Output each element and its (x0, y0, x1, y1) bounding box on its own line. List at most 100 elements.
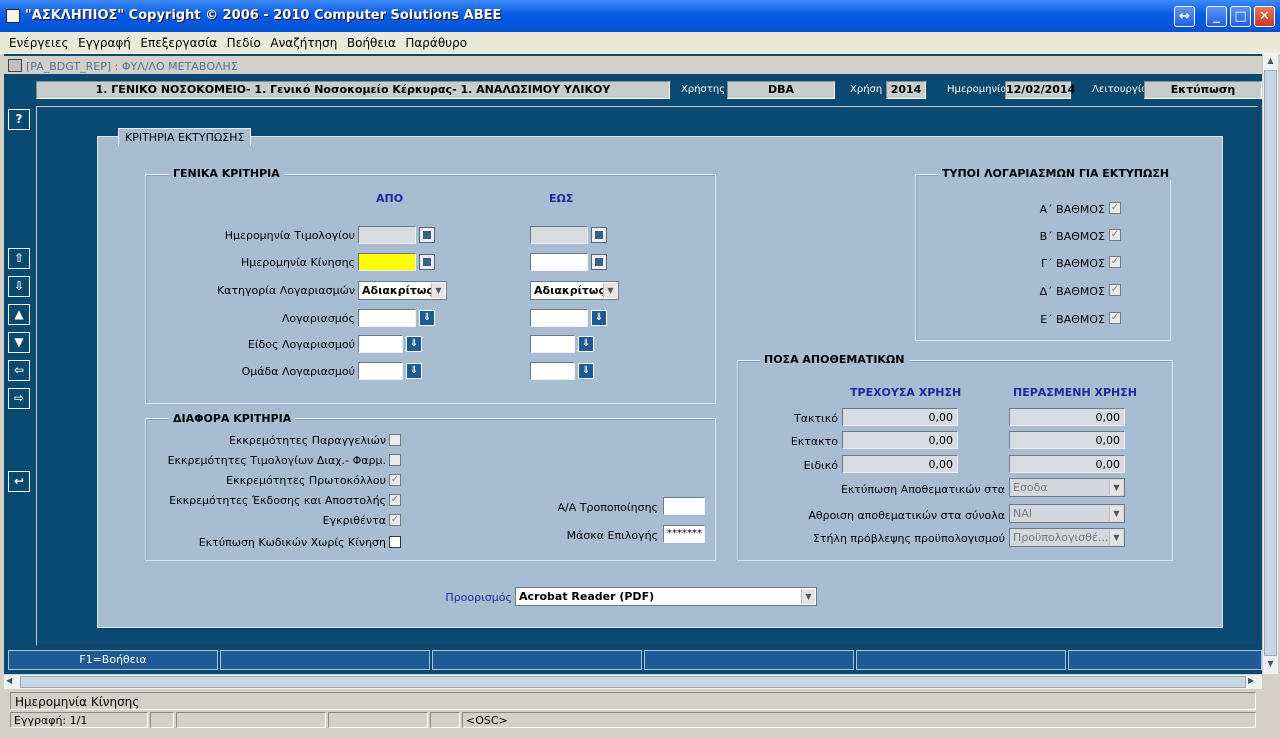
first-record-icon[interactable]: ⇧ (8, 248, 30, 269)
revision-label: Α/Α Τροποποίησης (557, 501, 658, 514)
no-movement-checkbox[interactable] (389, 536, 401, 548)
form-name: ΦΥΛ/ΛΟ ΜΕΤΑΒΟΛΗΣ (121, 60, 238, 73)
move-date-from[interactable] (358, 253, 416, 271)
acc-group-label: Ομάδα Λογαριασμού (241, 365, 355, 378)
window-title: "ΑΣΚΛΗΠΙΟΣ" Copyright © 2006 - 2010 Comp… (25, 8, 502, 23)
func-field: Εκτύπωση (1144, 81, 1262, 99)
status-cell (150, 712, 174, 728)
next-field-icon[interactable]: ⇨ (8, 388, 30, 409)
fkey-slot[interactable] (856, 650, 1066, 670)
scroll-thumb[interactable] (1264, 70, 1277, 656)
last-record-icon[interactable]: ⇩ (8, 276, 30, 297)
level-b-checkbox[interactable]: ✓ (1109, 229, 1121, 241)
form-icon (8, 59, 22, 72)
tab-criteria[interactable]: ΚΡΙΤΗΡΙΑ ΕΚΤΥΠΩΣΗΣ (118, 128, 252, 146)
vertical-scrollbar[interactable]: ▲ ▼ (1262, 54, 1278, 674)
resize-icon[interactable]: ↔ (1174, 6, 1195, 27)
help-icon[interactable]: ? (8, 109, 30, 130)
lov-icon[interactable]: ⇓ (406, 363, 422, 379)
destination-select[interactable]: Acrobat Reader (PDF) ▼ (515, 587, 817, 606)
acc-category-from-select[interactable]: Αδιακρίτως ▼ (358, 281, 447, 300)
fkey-slot[interactable] (220, 650, 430, 670)
lov-icon[interactable]: ⇓ (406, 336, 422, 352)
maximize-button[interactable]: □ (1230, 6, 1251, 27)
acc-category-to-select[interactable]: Αδιακρίτως ▼ (530, 281, 619, 300)
sum-reserves-select[interactable]: ΝΑΙ ▼ (1009, 504, 1125, 523)
misc-label: Εκκρεμότητες Παραγγελιών (229, 434, 386, 447)
reserve-current[interactable]: 0,00 (842, 455, 958, 473)
menu-record[interactable]: Εγγραφή (75, 32, 134, 54)
invoice-date-from[interactable] (358, 226, 416, 244)
menu-help[interactable]: Βοήθεια (344, 32, 399, 54)
level-label: Ε΄ ΒΑΘΜΟΣ (1040, 313, 1105, 326)
scroll-down-icon[interactable]: ▼ (1264, 659, 1277, 672)
move-date-label: Ημερομηνία Κίνησης (241, 256, 355, 269)
level-d-checkbox[interactable]: ✓ (1109, 284, 1121, 296)
level-label: Δ΄ ΒΑΘΜΟΣ (1039, 285, 1105, 298)
pending-issue-checkbox[interactable]: ✓ (389, 494, 401, 506)
acc-group-from[interactable] (358, 362, 403, 380)
fkey-slot[interactable] (1068, 650, 1262, 670)
lov-icon[interactable]: ⇓ (578, 363, 594, 379)
approved-checkbox[interactable]: ✓ (389, 514, 401, 526)
level-c-checkbox[interactable]: ✓ (1109, 256, 1121, 268)
scroll-up-icon[interactable]: ▲ (1264, 56, 1277, 69)
reserve-label: Ειδικό (803, 459, 838, 472)
reserve-previous[interactable]: 0,00 (1009, 455, 1125, 473)
level-a-checkbox[interactable]: ✓ (1109, 202, 1121, 214)
chevron-down-icon: ▼ (1109, 480, 1123, 495)
exit-icon[interactable]: ↩ (8, 471, 30, 492)
print-reserves-label: Εκτύπωση Αποθεματικών στα (840, 483, 1005, 496)
pending-invoices-checkbox[interactable] (389, 454, 401, 466)
form-id-row: [PA_BDGT_REP] : ΦΥΛ/ΛΟ ΜΕΤΑΒΟΛΗΣ (4, 56, 1262, 74)
menu-search[interactable]: Αναζήτηση (267, 32, 340, 54)
pending-protocol-checkbox[interactable]: ✓ (389, 474, 401, 486)
calendar-icon[interactable] (591, 254, 607, 270)
menu-actions[interactable]: Ενέργειες (6, 32, 72, 54)
account-from[interactable] (358, 309, 416, 327)
minimize-button[interactable]: _ (1206, 6, 1227, 27)
lov-icon[interactable]: ⇓ (578, 336, 594, 352)
acc-type-from[interactable] (358, 335, 403, 353)
fkey-help[interactable]: F1=Βοήθεια (8, 650, 218, 670)
next-block-icon[interactable]: ▼ (8, 332, 30, 353)
calendar-icon[interactable] (419, 227, 435, 243)
budget-column-select[interactable]: Προϋπολογισθέ... ▼ (1009, 528, 1125, 547)
status-cell (328, 712, 428, 728)
reserve-previous[interactable]: 0,00 (1009, 431, 1125, 449)
calendar-icon[interactable] (419, 254, 435, 270)
reserve-current[interactable]: 0,00 (842, 431, 958, 449)
prev-block-icon[interactable]: ▲ (8, 304, 30, 325)
account-to[interactable] (530, 309, 588, 327)
record-indicator: Εγγραφή: 1/1 (10, 712, 148, 728)
lov-icon[interactable]: ⇓ (591, 310, 607, 326)
status-message: Ημερομηνία Κίνησης (10, 692, 1256, 710)
menu-edit[interactable]: Επεξεργασία (137, 32, 220, 54)
acc-type-to[interactable] (530, 335, 575, 353)
revision-input[interactable] (663, 497, 705, 515)
reserve-current[interactable]: 0,00 (842, 408, 958, 426)
prev-field-icon[interactable]: ⇦ (8, 360, 30, 381)
scroll-right-icon[interactable]: ▶ (1248, 676, 1260, 688)
horizontal-scrollbar[interactable]: ◀ ▶ (4, 675, 1262, 689)
scroll-left-icon[interactable]: ◀ (6, 676, 18, 688)
status-bar: Ημερομηνία Κίνησης Εγγραφή: 1/1 <OSC> (4, 690, 1278, 736)
pending-orders-checkbox[interactable] (389, 434, 401, 446)
move-date-to[interactable] (530, 253, 588, 271)
acc-group-to[interactable] (530, 362, 575, 380)
menu-window[interactable]: Παράθυρο (402, 32, 470, 54)
fkey-slot[interactable] (644, 650, 854, 670)
fkey-slot[interactable] (432, 650, 642, 670)
level-label: Γ΄ ΒΑΘΜΟΣ (1041, 257, 1105, 270)
print-reserves-select[interactable]: Εσοδα ▼ (1009, 478, 1125, 497)
hscroll-thumb[interactable] (20, 676, 1246, 688)
misc-label: Εγκριθέντα (322, 514, 386, 527)
invoice-date-to[interactable] (530, 226, 588, 244)
menu-field[interactable]: Πεδίο (224, 32, 264, 54)
reserve-previous[interactable]: 0,00 (1009, 408, 1125, 426)
mask-input[interactable]: ******* (663, 525, 705, 543)
close-button[interactable]: ✕ (1254, 6, 1275, 27)
level-e-checkbox[interactable]: ✓ (1109, 312, 1121, 324)
lov-icon[interactable]: ⇓ (419, 310, 435, 326)
calendar-icon[interactable] (591, 227, 607, 243)
